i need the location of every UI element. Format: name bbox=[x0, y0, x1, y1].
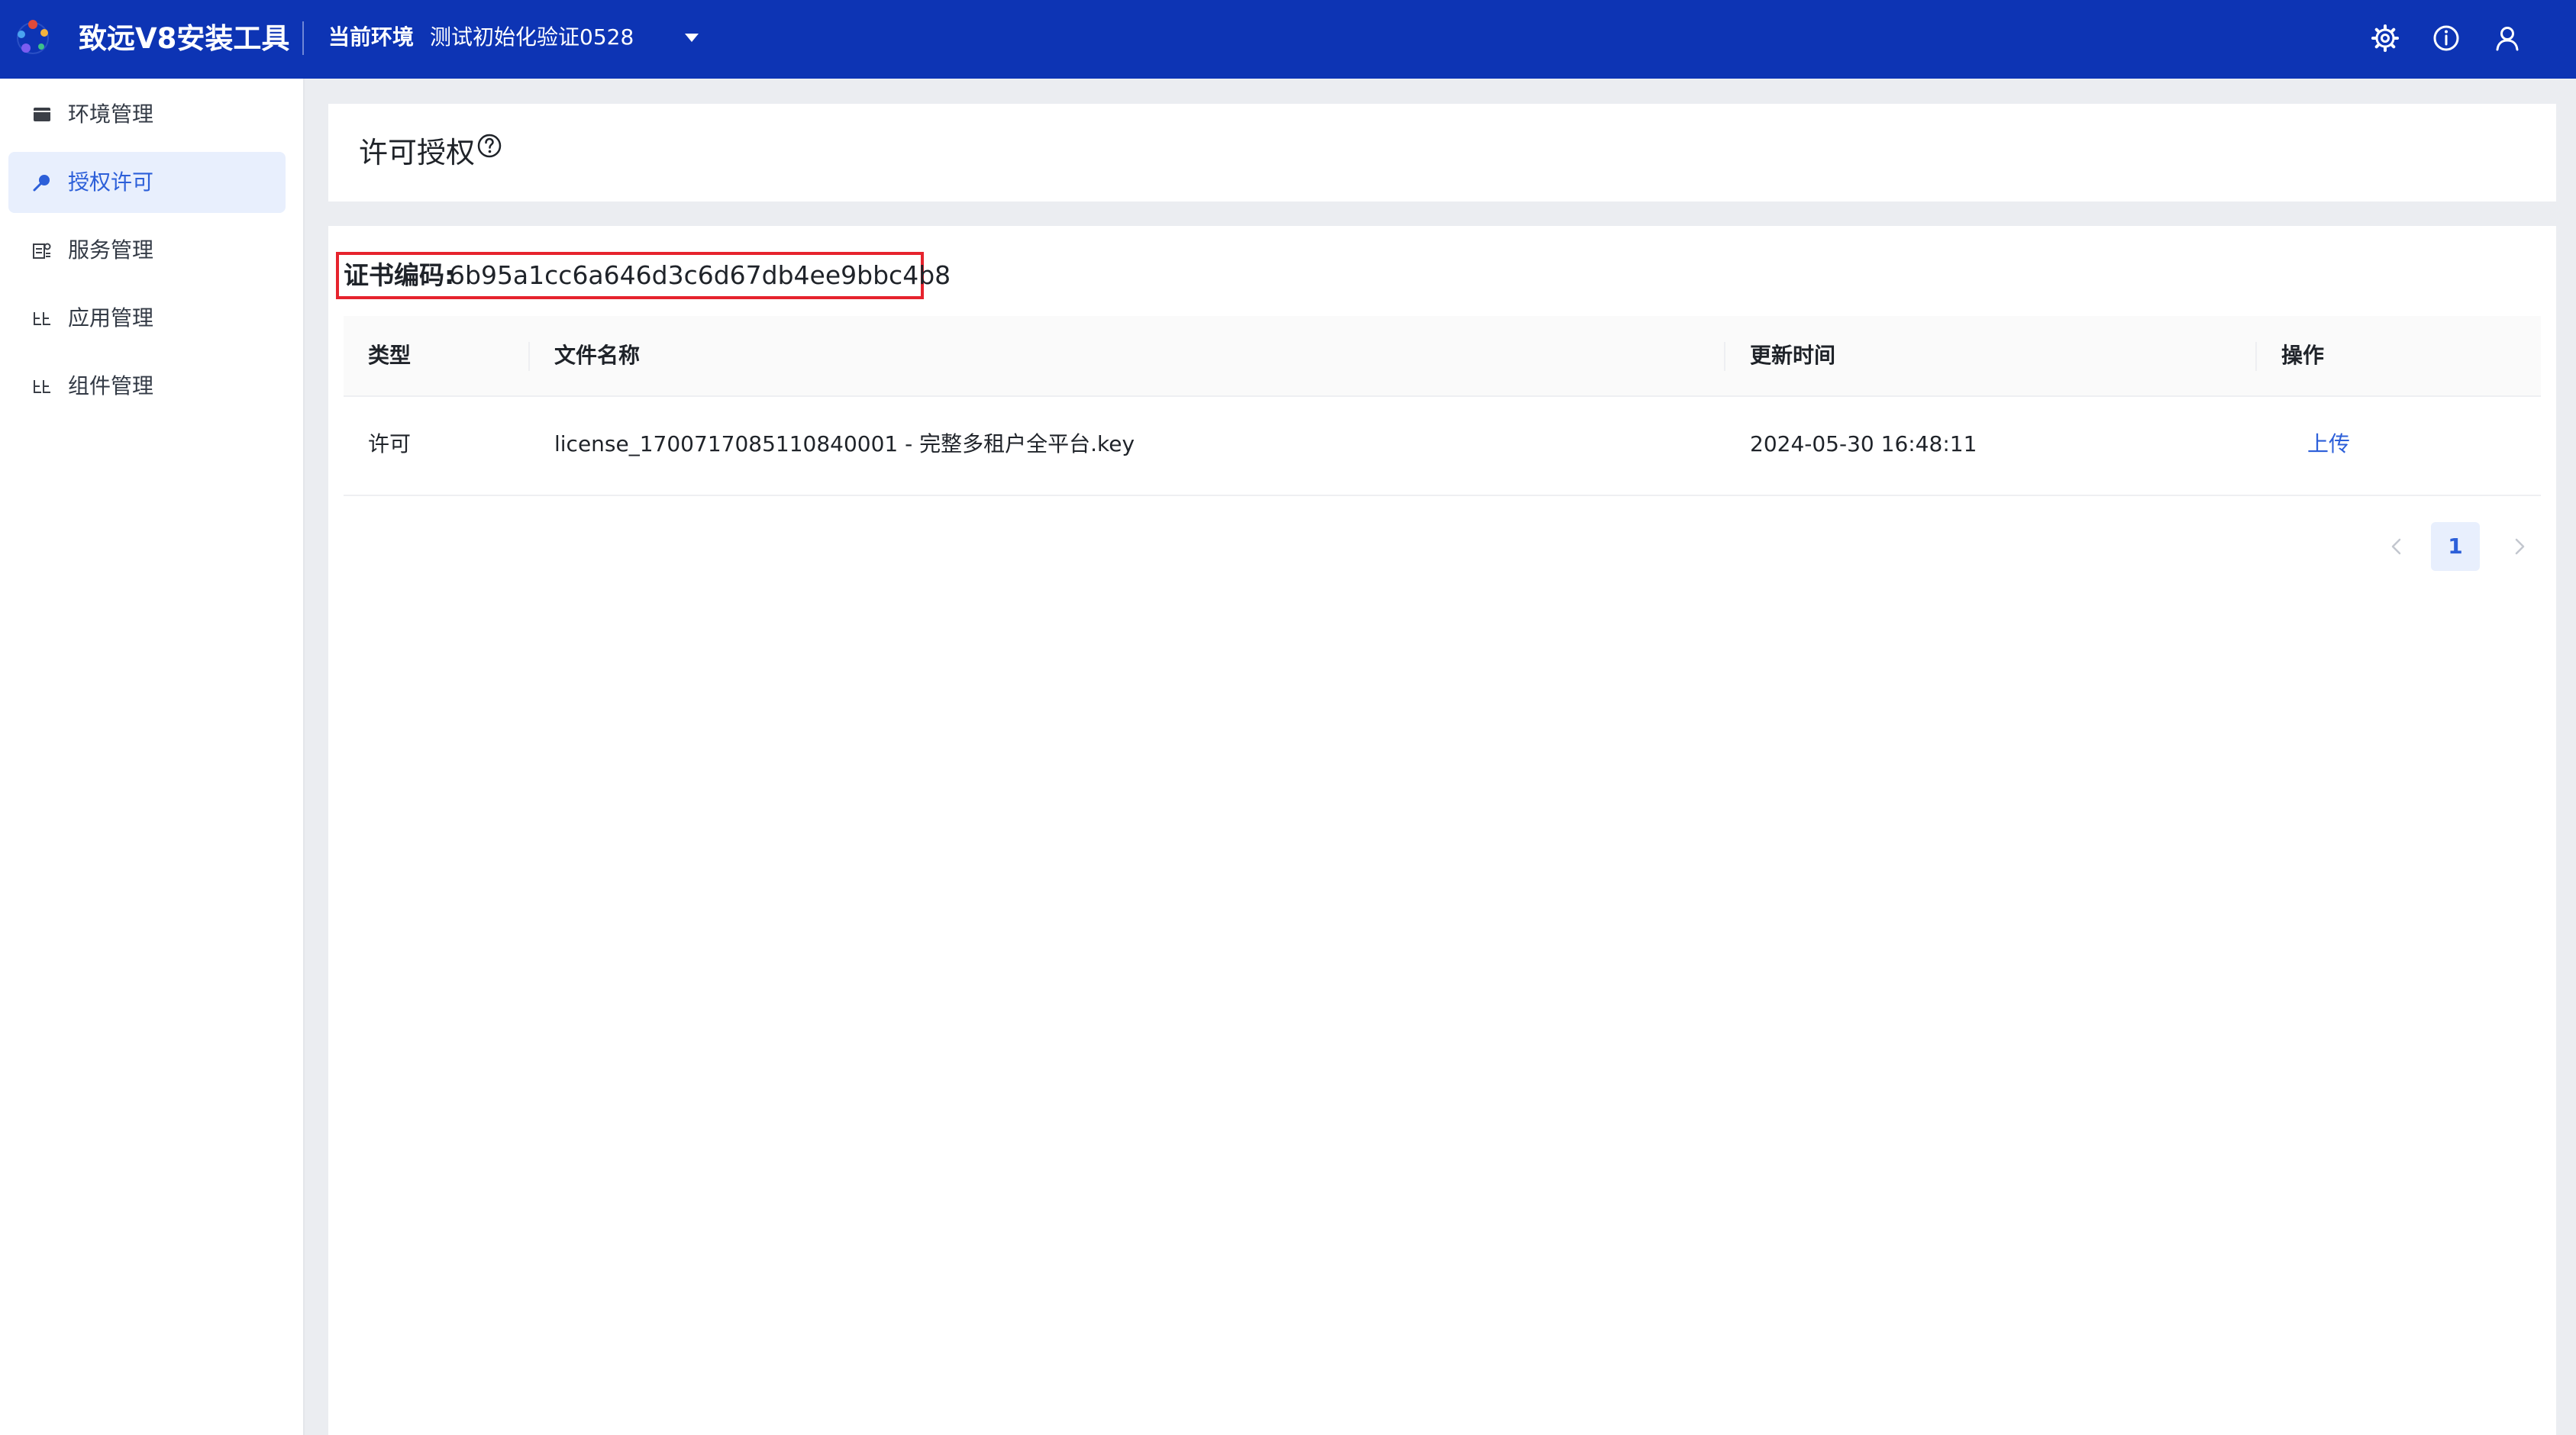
component-icon bbox=[34, 380, 50, 393]
sidebar-item-env-management[interactable]: 环境管理 bbox=[8, 84, 286, 145]
current-env-value[interactable]: 测试初始化验证0528 bbox=[430, 21, 634, 53]
current-env-label: 当前环境 bbox=[328, 24, 415, 50]
app-logo-icon bbox=[17, 20, 49, 54]
certificate-code-label: 证书编码: bbox=[344, 260, 455, 290]
user-icon[interactable] bbox=[2490, 21, 2524, 55]
sidebar-item-label: 服务管理 bbox=[68, 237, 154, 263]
cell-type: 许可 bbox=[368, 431, 412, 456]
key-icon bbox=[33, 175, 50, 192]
cell-updated-time: 2024-05-30 16:48:11 bbox=[1750, 431, 1977, 456]
topbar-divider bbox=[302, 21, 304, 55]
sidebar-item-service-management[interactable]: 服务管理 bbox=[8, 220, 286, 281]
license-panel: 证书编码: 6b95a1cc6a646d3c6d67db4ee9bbc4b8 类… bbox=[328, 226, 2556, 1435]
help-icon[interactable] bbox=[475, 131, 504, 160]
column-separator bbox=[528, 342, 530, 371]
column-header-updated: 更新时间 bbox=[1750, 343, 1836, 368]
upload-button[interactable]: 上传 bbox=[2307, 427, 2350, 461]
certificate-code-value: 6b95a1cc6a646d3c6d67db4ee9bbc4b8 bbox=[449, 260, 951, 290]
column-separator bbox=[1724, 342, 1725, 371]
apps-icon bbox=[34, 312, 50, 325]
app-title: 致远V8安装工具 bbox=[79, 22, 290, 55]
sidebar-item-label: 授权许可 bbox=[68, 169, 154, 195]
info-icon[interactable] bbox=[2429, 21, 2463, 55]
cell-filename: license_1700717085110840001 - 完整多租户全平台.k… bbox=[554, 431, 1135, 456]
sidebar-item-license[interactable]: 授权许可 bbox=[8, 152, 286, 213]
column-header-action: 操作 bbox=[2281, 343, 2325, 368]
sidebar-item-label: 应用管理 bbox=[68, 305, 154, 331]
service-icon bbox=[33, 243, 51, 259]
env-dropdown-caret-icon[interactable] bbox=[682, 29, 702, 46]
page-title: 许可授权 bbox=[359, 136, 476, 169]
pagination-prev-icon[interactable] bbox=[2383, 533, 2410, 560]
sidebar: 环境管理 授权许可 服务管理 应用管理 组件管理 bbox=[0, 79, 305, 1435]
sidebar-item-label: 环境管理 bbox=[68, 102, 154, 127]
sidebar-item-component-management[interactable]: 组件管理 bbox=[8, 356, 286, 417]
table-row: 许可 license_1700717085110840001 - 完整多租户全平… bbox=[344, 397, 2541, 496]
column-header-type: 类型 bbox=[368, 343, 412, 368]
top-bar: 致远V8安装工具 当前环境 测试初始化验证0528 bbox=[0, 0, 2576, 79]
gear-icon[interactable] bbox=[2368, 21, 2402, 55]
column-separator bbox=[2255, 342, 2257, 371]
table-header: 类型 文件名称 更新时间 操作 bbox=[344, 316, 2541, 397]
sidebar-item-label: 组件管理 bbox=[68, 373, 154, 398]
sidebar-item-app-management[interactable]: 应用管理 bbox=[8, 288, 286, 349]
pagination-next-icon[interactable] bbox=[2506, 533, 2533, 560]
column-header-filename: 文件名称 bbox=[554, 343, 641, 368]
page-header: 许可授权 bbox=[328, 104, 2556, 202]
pagination-page-current[interactable]: 1 bbox=[2431, 522, 2480, 571]
folder-icon bbox=[34, 108, 50, 121]
